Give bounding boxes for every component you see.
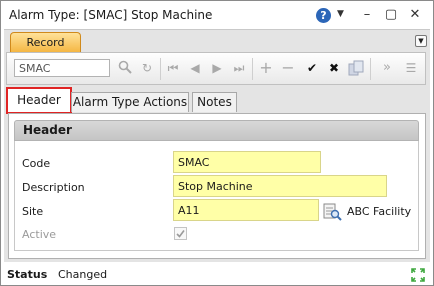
cancel-icon[interactable]: ✖: [326, 60, 342, 76]
collapse-icon[interactable]: ▼: [415, 35, 427, 47]
site-lookup-icon[interactable]: [322, 202, 342, 225]
first-record-icon[interactable]: ⏮: [165, 60, 181, 76]
status-label: Status: [7, 268, 48, 281]
record-panel: Record ▼ ↻ ⏮ ◀ ▶ ⏭ + − ✔ ✖ » ☰: [4, 29, 430, 262]
tab-notes[interactable]: Notes: [192, 92, 237, 112]
toolbar-separator: [252, 58, 253, 80]
add-icon[interactable]: +: [258, 60, 274, 76]
checkmark-icon: [176, 230, 185, 238]
status-value: Changed: [58, 268, 108, 281]
code-field[interactable]: [173, 151, 321, 173]
resize-grip-icon[interactable]: [411, 268, 425, 285]
window-title: Alarm Type: [SMAC] Stop Machine: [9, 8, 213, 22]
description-field[interactable]: [173, 175, 387, 197]
restore-button[interactable]: ▢: [381, 6, 401, 24]
search-icon[interactable]: [117, 60, 133, 76]
last-record-icon[interactable]: ⏭: [231, 60, 247, 76]
site-field[interactable]: [173, 199, 319, 221]
previous-record-icon[interactable]: ◀: [187, 60, 203, 76]
help-dropdown-icon[interactable]: ▼: [337, 9, 344, 19]
expand-icon[interactable]: »: [379, 60, 395, 76]
active-label: Active: [22, 228, 57, 241]
confirm-icon[interactable]: ✔: [304, 60, 320, 76]
header-tab-body: Header Code Description Site ABC Facilit…: [8, 113, 426, 259]
site-lookup-text: ABC Facility: [347, 205, 412, 218]
alarm-type-window: Alarm Type: [SMAC] Stop Machine ? ▼ – ▢ …: [0, 0, 434, 286]
record-search-input[interactable]: [14, 59, 110, 77]
active-checkbox: [174, 227, 187, 240]
menu-icon[interactable]: ☰: [403, 60, 419, 76]
section-header: Header: [14, 120, 419, 141]
toolbar-separator: [370, 58, 371, 80]
title-bar: Alarm Type: [SMAC] Stop Machine ? ▼ – ▢ …: [1, 1, 433, 29]
toolbar-separator: [160, 58, 161, 80]
remove-icon[interactable]: −: [280, 60, 296, 76]
description-label: Description: [22, 181, 85, 194]
copy-icon[interactable]: [348, 60, 364, 76]
record-toolbar: ↻ ⏮ ◀ ▶ ⏭ + − ✔ ✖ » ☰: [6, 52, 426, 85]
tab-alarm-type-actions[interactable]: Alarm Type Actions: [71, 92, 189, 112]
record-tab[interactable]: Record: [10, 32, 81, 52]
refresh-icon[interactable]: ↻: [139, 60, 155, 76]
help-icon[interactable]: ?: [316, 8, 331, 23]
tab-header[interactable]: Header: [6, 87, 72, 114]
close-button[interactable]: ✕: [405, 6, 425, 24]
status-bar: Status Changed: [1, 262, 433, 285]
code-label: Code: [22, 157, 51, 170]
next-record-icon[interactable]: ▶: [209, 60, 225, 76]
minimize-button[interactable]: –: [357, 6, 377, 24]
site-label: Site: [22, 205, 44, 218]
